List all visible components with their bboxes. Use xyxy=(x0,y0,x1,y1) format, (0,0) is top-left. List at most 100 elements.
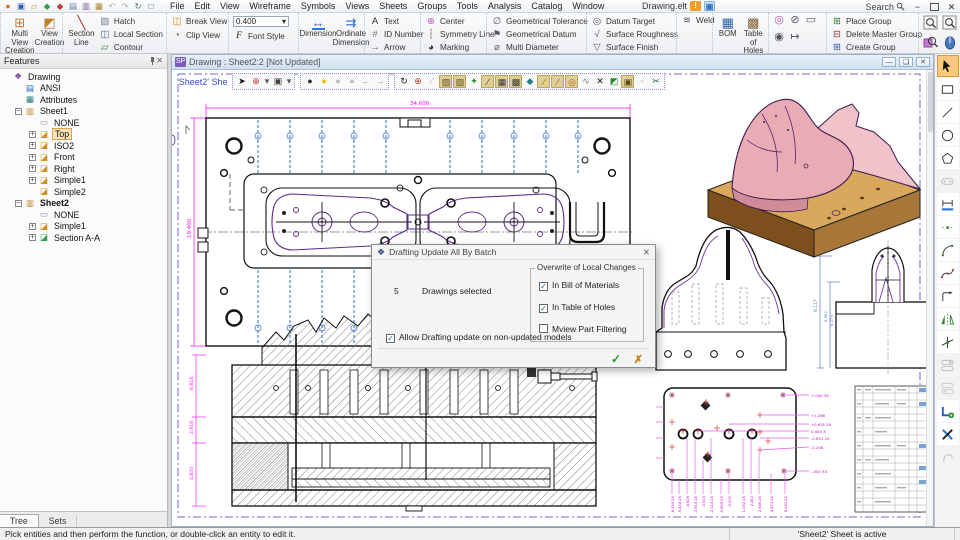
zoom-selected-icon[interactable] xyxy=(923,34,939,50)
scissors-tool-icon[interactable]: ✂ xyxy=(649,75,662,88)
leader-tool[interactable] xyxy=(937,285,959,307)
toolbox-tool[interactable] xyxy=(937,423,959,445)
menu-groups[interactable]: Groups xyxy=(412,1,452,11)
dimension-tool[interactable] xyxy=(937,193,959,215)
doc-close-button[interactable]: ✕ xyxy=(916,57,930,67)
bom-button[interactable]: ▦BOM xyxy=(717,15,739,39)
text-button[interactable]: AText xyxy=(369,16,424,27)
multi-view-creation-button[interactable]: ⊞Multi View Creation xyxy=(5,15,34,54)
multi-diameter-button[interactable]: ⌀Multi Diameter xyxy=(491,42,588,53)
star-icon[interactable]: ✦ xyxy=(467,75,480,88)
undo-button[interactable]: ↶ xyxy=(106,1,118,12)
tree-item-ansi[interactable]: ▤ANSI xyxy=(15,83,167,95)
hole-callout-icon[interactable]: ◉ xyxy=(773,32,785,49)
curve-tool[interactable] xyxy=(937,446,959,468)
create-group-button[interactable]: ⊞Create Group xyxy=(831,42,922,53)
drawing-canvas[interactable]: 34.600 19.400 xyxy=(172,70,933,526)
tree-item-section-aa[interactable]: ◪Section A-A xyxy=(29,232,167,244)
weld-button[interactable]: ≋Weld xyxy=(681,15,715,26)
bill-of-materials-row[interactable]: ✓In Bill of Materials xyxy=(539,280,619,291)
corner-tool-icon[interactable]: ◩ xyxy=(607,75,620,88)
expand-icon[interactable] xyxy=(29,223,36,230)
tree-item-front[interactable]: ◪Front xyxy=(29,152,167,164)
menu-tools[interactable]: Tools xyxy=(452,1,483,11)
minimize-button[interactable]: − xyxy=(911,1,924,13)
ucs-tool[interactable] xyxy=(937,400,959,422)
slot-tool[interactable] xyxy=(937,170,959,192)
symmetry-line-button[interactable]: ┆Symmetry Line xyxy=(425,29,495,40)
table-of-holes-checkbox[interactable]: ✓ xyxy=(539,304,548,313)
pick-arrow-icon[interactable]: ➤ xyxy=(235,75,248,88)
prev-icon[interactable]: ← xyxy=(359,75,372,88)
dropdown-icon[interactable]: ▾ xyxy=(263,75,270,88)
mirror-tool[interactable] xyxy=(937,308,959,330)
bulb-yellow-icon[interactable]: ● xyxy=(317,75,330,88)
dropdown-icon[interactable]: ▾ xyxy=(285,75,292,88)
import-button[interactable]: ◆ xyxy=(54,1,66,12)
menu-sheets[interactable]: Sheets xyxy=(374,1,412,11)
spline-tool[interactable] xyxy=(937,262,959,284)
redo-button[interactable]: ↷ xyxy=(119,1,131,12)
menu-catalog[interactable]: Catalog xyxy=(526,1,567,11)
hole-mark-pin-icon[interactable]: ⊘ xyxy=(789,15,801,32)
ghost-tool-icon[interactable]: ▫ xyxy=(635,75,648,88)
tab-tree[interactable]: Tree xyxy=(0,514,39,527)
tree-item-top[interactable]: ◪Top xyxy=(29,129,167,141)
menu-symbols[interactable]: Symbols xyxy=(296,1,341,11)
table-of-holes-button[interactable]: ▩Table of Holes xyxy=(742,15,765,54)
clip-view-button[interactable]: ◔Clip View xyxy=(171,30,227,41)
slash-tool-icon[interactable]: ∕ xyxy=(537,75,550,88)
allow-update-checkbox[interactable]: ✓ xyxy=(386,334,395,343)
tree-item-simple1-s2[interactable]: ◪Simple1 xyxy=(29,221,167,233)
tree-item-sheet2[interactable]: ▥Sheet2 xyxy=(15,198,167,210)
tree-item-attributes[interactable]: ▦Attributes xyxy=(15,94,167,106)
expand-icon[interactable] xyxy=(29,165,36,172)
tab-sets[interactable]: Sets xyxy=(39,515,78,527)
center-button[interactable]: ⊕Center xyxy=(425,16,495,27)
tree-item-iso2[interactable]: ◪ISO2 xyxy=(29,140,167,152)
bulb-on-icon[interactable]: ● xyxy=(303,75,316,88)
regen-button[interactable]: ↻ xyxy=(132,1,144,12)
hatch-tool-icon[interactable]: ▨ xyxy=(439,75,452,88)
doc-minimize-button[interactable]: — xyxy=(882,57,896,67)
cancel-button[interactable]: ✗ xyxy=(634,353,643,366)
expand-icon[interactable] xyxy=(29,142,36,149)
hole-dim-icon[interactable]: ↦ xyxy=(789,32,801,49)
pick-filter-icon[interactable]: ▣ xyxy=(271,75,284,88)
ok-button[interactable]: ✓ xyxy=(611,352,621,366)
line-tool-icon[interactable]: ∕ xyxy=(481,75,494,88)
font-size-combobox[interactable]: 0.400▾ xyxy=(233,16,289,27)
tree-item-drawing[interactable]: ❖Drawing xyxy=(3,71,167,83)
print-button[interactable]: ▥ xyxy=(80,1,92,12)
save-button[interactable]: ▣ xyxy=(15,1,27,12)
doc-restore-button[interactable]: ❑ xyxy=(899,57,913,67)
ordinate-dimension-button[interactable]: ⇉Ordinate Dimension xyxy=(336,15,366,47)
tree-item-right[interactable]: ◪Right xyxy=(29,163,167,175)
close-button[interactable]: ✕ xyxy=(945,1,958,13)
dialog-close-icon[interactable]: ✕ xyxy=(643,247,650,258)
bill-of-materials-checkbox[interactable]: ✓ xyxy=(539,282,548,291)
id-number-button[interactable]: #ID Number xyxy=(369,29,424,40)
surface-finish-button[interactable]: ▽Surface Finish xyxy=(591,42,678,53)
table-tool-icon[interactable]: ▩ xyxy=(509,75,522,88)
view-creation-button[interactable]: ◩View Creation xyxy=(37,15,61,47)
view-label2-tool[interactable] xyxy=(937,377,959,399)
hatch-edit-icon[interactable]: ▧ xyxy=(453,75,466,88)
diamond-tool-icon[interactable]: ◆ xyxy=(523,75,536,88)
break-view-button[interactable]: ◫Break View xyxy=(171,16,227,27)
expand-icon[interactable] xyxy=(29,131,36,138)
export-button[interactable]: ◆ xyxy=(41,1,53,12)
tree-item-simple2[interactable]: ◪Simple2 xyxy=(29,186,167,198)
panel-close-icon[interactable]: ✕ xyxy=(156,57,163,65)
circle-tool[interactable] xyxy=(937,124,959,146)
axis-tool[interactable] xyxy=(937,331,959,353)
place-group-button[interactable]: ⊞Place Group xyxy=(831,16,922,27)
local-section-button[interactable]: ◫Local Section xyxy=(99,29,163,40)
geometrical-datum-button[interactable]: ⚑Geometrical Datum xyxy=(491,29,588,40)
display-button[interactable]: ▤ xyxy=(67,1,79,12)
pin-icon[interactable] xyxy=(148,57,156,65)
surface-roughness-button[interactable]: √Surface Roughness xyxy=(591,29,678,40)
dimension-button[interactable]: ↔Dimension xyxy=(303,15,333,39)
marking-button[interactable]: ◕Marking xyxy=(425,42,495,53)
section-line-button[interactable]: ╲Section Line xyxy=(67,15,96,47)
